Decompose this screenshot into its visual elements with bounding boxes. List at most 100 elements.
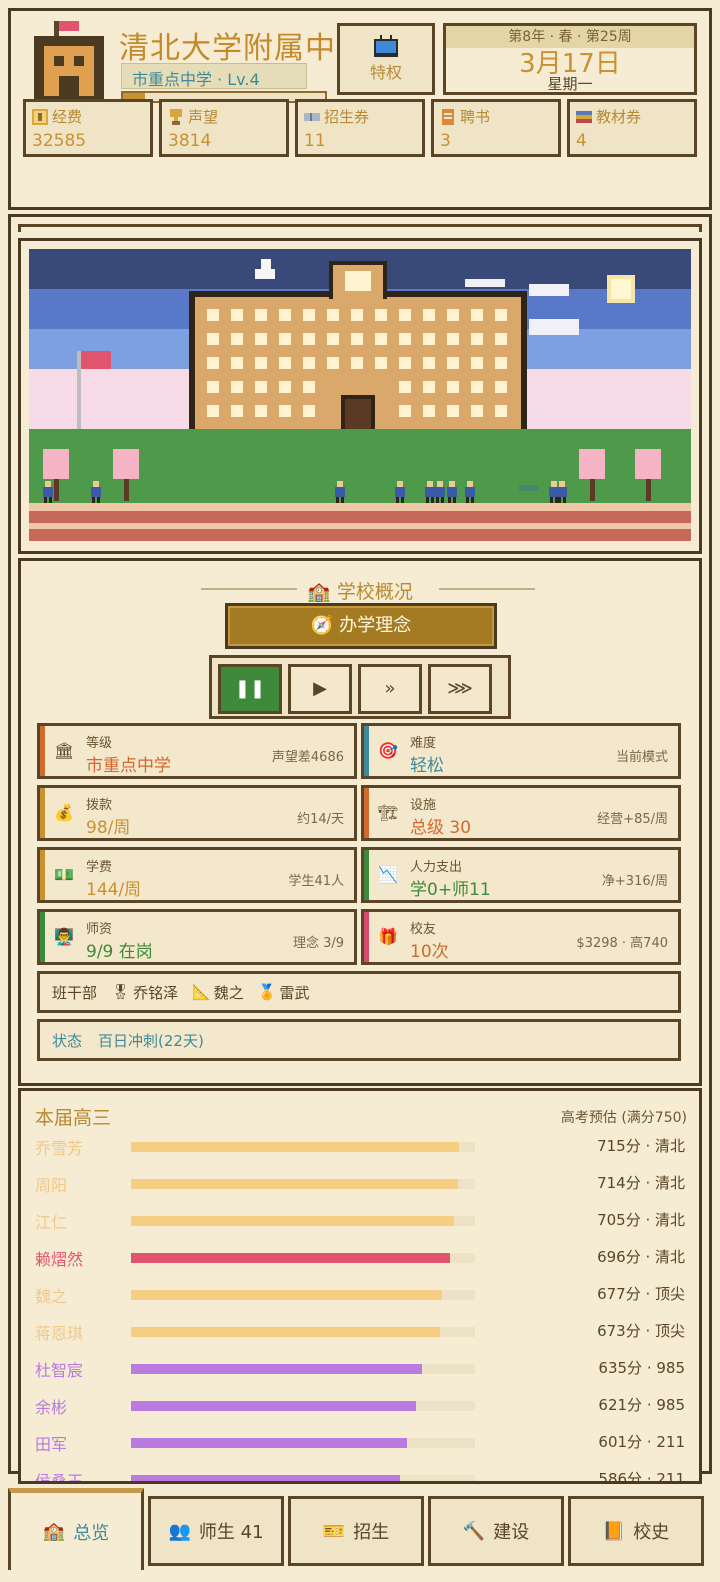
resource-label: 经费 [52,108,83,126]
nav-teachers-students[interactable]: 👥 师生 41 [148,1496,284,1566]
window [207,333,219,345]
window [471,309,483,321]
window [231,333,243,345]
medal-icon: 🏅 [257,983,277,1001]
window [255,333,267,345]
nav-overview[interactable]: 🏫 总览 [8,1488,144,1570]
window [447,333,459,345]
stat-label: 难度 [410,736,437,751]
stat-value: 总级 30 [410,818,472,838]
student-row[interactable]: 周阳 714分 · 清北 [35,1166,685,1198]
stat-label: 校友 [410,922,437,937]
play-button[interactable]: ▶ [288,664,352,714]
student-row[interactable]: 余彬 621分 · 985 [35,1388,685,1420]
book-icon: 📙 [602,1520,626,1542]
student-row[interactable]: 江仁 705分 · 清北 [35,1203,685,1235]
student-name: 乔雪芳 [35,1139,84,1158]
moneybag-icon: 💰 [54,803,74,822]
crane-icon: 🏗 [378,803,399,822]
principal-avatar-icon[interactable] [29,21,109,101]
fast-forward-button[interactable]: » [358,664,422,714]
resource-label: 聘书 [460,108,491,126]
stat-value: 10次 [410,942,449,962]
stat-value: 98/周 [86,818,131,838]
resource-label: 教材券 [596,108,642,126]
cadre-member-name: 乔铭泽 [133,983,179,1002]
student-row[interactable]: 蒋恩琪 673分 · 顶尖 [35,1314,685,1346]
stat-value: 学0+师11 [410,880,491,900]
pause-button[interactable]: ❚❚ [218,664,282,714]
window [279,357,291,369]
score-bar-fill [131,1438,407,1448]
accent-bar [364,788,369,838]
weekday: 星期一 [547,75,593,93]
nav-construction[interactable]: 🔨 建设 [428,1496,564,1566]
stat-card-labor-cost[interactable]: 📉 人力支出 学0+师11 净+316/周 [361,847,681,903]
overview-title-row: 🏫 学校概况 [21,577,699,604]
resource-prestige[interactable]: 声望 3814 [159,99,289,157]
window [351,309,363,321]
cadre-member[interactable]: 🎖 乔铭泽 [111,982,178,1003]
stat-card-facilities[interactable]: 🏗 设施 总级 30 经营+85/周 [361,785,681,841]
building-icon: 🏫 [307,581,331,603]
resource-funds[interactable]: 经费 32585 [23,99,153,157]
window [495,357,507,369]
score-bar-track [131,1179,475,1189]
school-status-box: 状态 百日冲刺(22天) [37,1019,681,1061]
accent-bar [40,726,45,776]
stat-value: 轻松 [410,756,444,776]
score-bar-fill [131,1401,416,1411]
cadre-member[interactable]: 📐 魏之 [192,982,244,1003]
student-row[interactable]: 赖熠然 696分 · 清北 [35,1240,685,1272]
nav-history[interactable]: 📙 校史 [568,1496,704,1566]
student-score: 673分 · 顶尖 [597,1322,685,1340]
tv-icon [374,35,398,57]
class-cadre-box[interactable]: 班干部 🎖 乔铭泽 📐 魏之 🏅 雷武 [37,971,681,1013]
stat-card-faculty[interactable]: 👨‍🏫 师资 9/9 在岗 理念 3/9 [37,909,357,965]
window [423,405,435,417]
window [399,405,411,417]
student-row[interactable]: 杜智宸 635分 · 985 [35,1351,685,1383]
stat-card-tuition[interactable]: 💵 学费 144/周 学生41人 [37,847,357,903]
window [423,333,435,345]
student-row[interactable]: 乔雪芳 715分 · 清北 [35,1129,685,1161]
score-bar-track [131,1364,475,1374]
school-philosophy-button[interactable]: 🧭 办学理念 [225,603,497,649]
nav-enrollment[interactable]: 🎫 招生 [288,1496,424,1566]
student-name: 田军 [35,1435,68,1454]
school-name: 清北大学附属中学 [119,31,341,66]
score-bar-fill [131,1327,440,1337]
window [231,309,243,321]
stat-card-rank[interactable]: 🏛 等级 市重点中学 声望差4686 [37,723,357,779]
status-value: 百日冲刺(22天) [98,1032,204,1050]
cadre-member[interactable]: 🏅 雷武 [258,982,310,1003]
perk-button[interactable]: 特权 [337,23,435,95]
window [327,309,339,321]
student-row[interactable]: 田军 601分 · 211 [35,1425,685,1457]
student-score: 715分 · 清北 [597,1137,685,1155]
student-score: 677分 · 顶尖 [597,1285,685,1303]
window [231,405,243,417]
window [375,333,387,345]
stat-card-grant[interactable]: 💰 拨款 98/周 约14/天 [37,785,357,841]
resource-value: 11 [304,131,326,151]
score-bar-fill [131,1253,451,1263]
window [351,333,363,345]
resource-enroll-tickets[interactable]: 招生券 11 [295,99,425,157]
resource-offer-letters[interactable]: 聘书 3 [431,99,561,157]
perk-label: 特权 [369,63,402,82]
student-name: 周阳 [35,1176,68,1195]
stat-card-alumni[interactable]: 🎁 校友 10次 $3298 · 高740 [361,909,681,965]
resource-textbook-tickets[interactable]: 教材券 4 [567,99,697,157]
student-row[interactable]: 魏之 677分 · 顶尖 [35,1277,685,1309]
fastest-forward-button[interactable]: ⋙ [428,664,492,714]
window [327,357,339,369]
stat-card-difficulty[interactable]: 🎯 难度 轻松 当前模式 [361,723,681,779]
nav-label: 总览 [73,1522,110,1544]
campus-scene[interactable] [18,238,702,554]
student-row[interactable]: 侯桑玉 586分 · 211 [35,1462,685,1481]
window [447,405,459,417]
compass-icon: 🧭 [310,615,334,636]
accent-bar [364,912,369,962]
student-name: 赖熠然 [35,1250,84,1269]
